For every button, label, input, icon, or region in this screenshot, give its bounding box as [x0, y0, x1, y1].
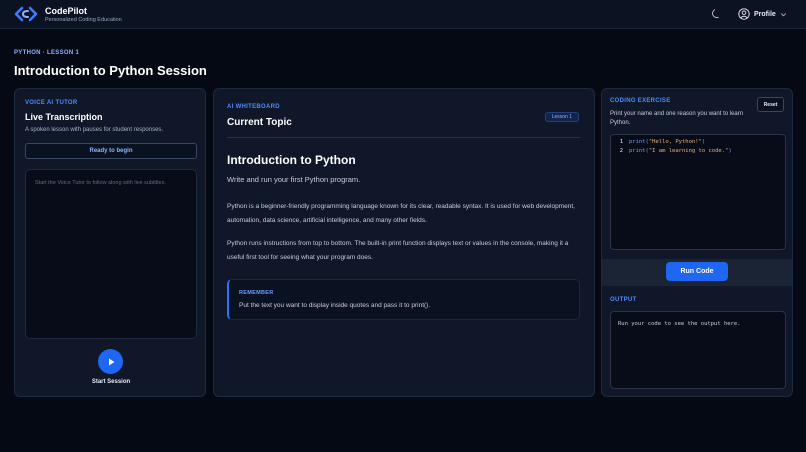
voice-title: Live Transcription: [25, 112, 103, 122]
code-editor[interactable]: 1 print("Hello, Python!") 2 print("I am …: [610, 134, 786, 250]
brand-tagline: Personalized Coding Education: [45, 17, 122, 23]
breadcrumb: PYTHON · LESSON 1: [14, 50, 80, 56]
run-code-button[interactable]: Run Code: [666, 262, 728, 281]
code-token: ): [701, 139, 706, 145]
transcript-area: Start the Voice Tutor to follow along wi…: [25, 169, 197, 339]
code-token: print(: [629, 148, 649, 154]
whiteboard-title: Current Topic: [227, 117, 292, 128]
line-number: 1: [619, 139, 623, 145]
voice-section-label: VOICE AI TUTOR: [25, 100, 78, 106]
reset-button[interactable]: Reset: [757, 97, 784, 112]
code-line: 1 print("Hello, Python!"): [611, 138, 785, 147]
whiteboard-section-label: AI WHITEBOARD: [227, 104, 280, 110]
divider: [227, 137, 580, 138]
lesson-paragraph: Python is a beginner-friendly programmin…: [227, 203, 575, 224]
start-session-label: Start Session: [91, 379, 131, 385]
remember-label: REMEMBER: [239, 290, 274, 296]
line-number: 2: [619, 148, 623, 154]
topic-title: Introduction to Python: [227, 153, 356, 167]
user-circle-icon: [738, 8, 750, 20]
voice-tutor-panel: VOICE AI TUTOR Live Transcription A spok…: [14, 88, 206, 397]
coding-exercise-panel: CODING EXERCISE Reset Print your name an…: [601, 88, 793, 397]
brand-name: CodePilot: [45, 6, 87, 16]
output-section-label: OUTPUT: [610, 297, 637, 303]
remember-text: Put the text you want to display inside …: [239, 302, 431, 309]
whiteboard-panel: AI WHITEBOARD Current Topic Lesson 1 Int…: [213, 88, 595, 397]
start-session-button[interactable]: [98, 349, 123, 374]
lesson-paragraph: Python runs instructions from top to bot…: [227, 240, 569, 261]
profile-label: Profile: [754, 10, 776, 18]
code-token: ): [728, 148, 732, 154]
code-string: "I am learning to code.": [648, 148, 729, 154]
output-console: Run your code to see the output here.: [610, 311, 786, 389]
play-icon: [108, 358, 114, 365]
topic-subtitle: Write and run your first Python program.: [227, 175, 361, 184]
code-line: 2 print("I am learning to code."): [611, 147, 785, 156]
voice-subtitle: A spoken lesson with pauses for student …: [25, 127, 164, 133]
ready-status-button[interactable]: Ready to begin: [25, 143, 197, 159]
code-string: "Hello, Python!": [648, 139, 702, 145]
profile-menu-button[interactable]: Profile: [738, 7, 787, 21]
remember-callout: REMEMBER Put the text you want to displa…: [227, 279, 580, 320]
exercise-section-label: CODING EXERCISE: [610, 98, 671, 104]
page-title: Introduction to Python Session: [14, 63, 207, 78]
code-token: print(: [629, 139, 649, 145]
exercise-prompt: Print your name and one reason you want …: [610, 111, 744, 126]
chevron-down-icon: [780, 12, 786, 16]
top-bar: CodePilot Personalized Coding Education …: [0, 0, 806, 29]
lesson-badge: Lesson 1: [544, 112, 579, 122]
moon-icon[interactable]: [710, 8, 722, 20]
code-brackets-logo-icon: [14, 6, 38, 22]
run-toolbar: Run Code: [602, 259, 792, 286]
